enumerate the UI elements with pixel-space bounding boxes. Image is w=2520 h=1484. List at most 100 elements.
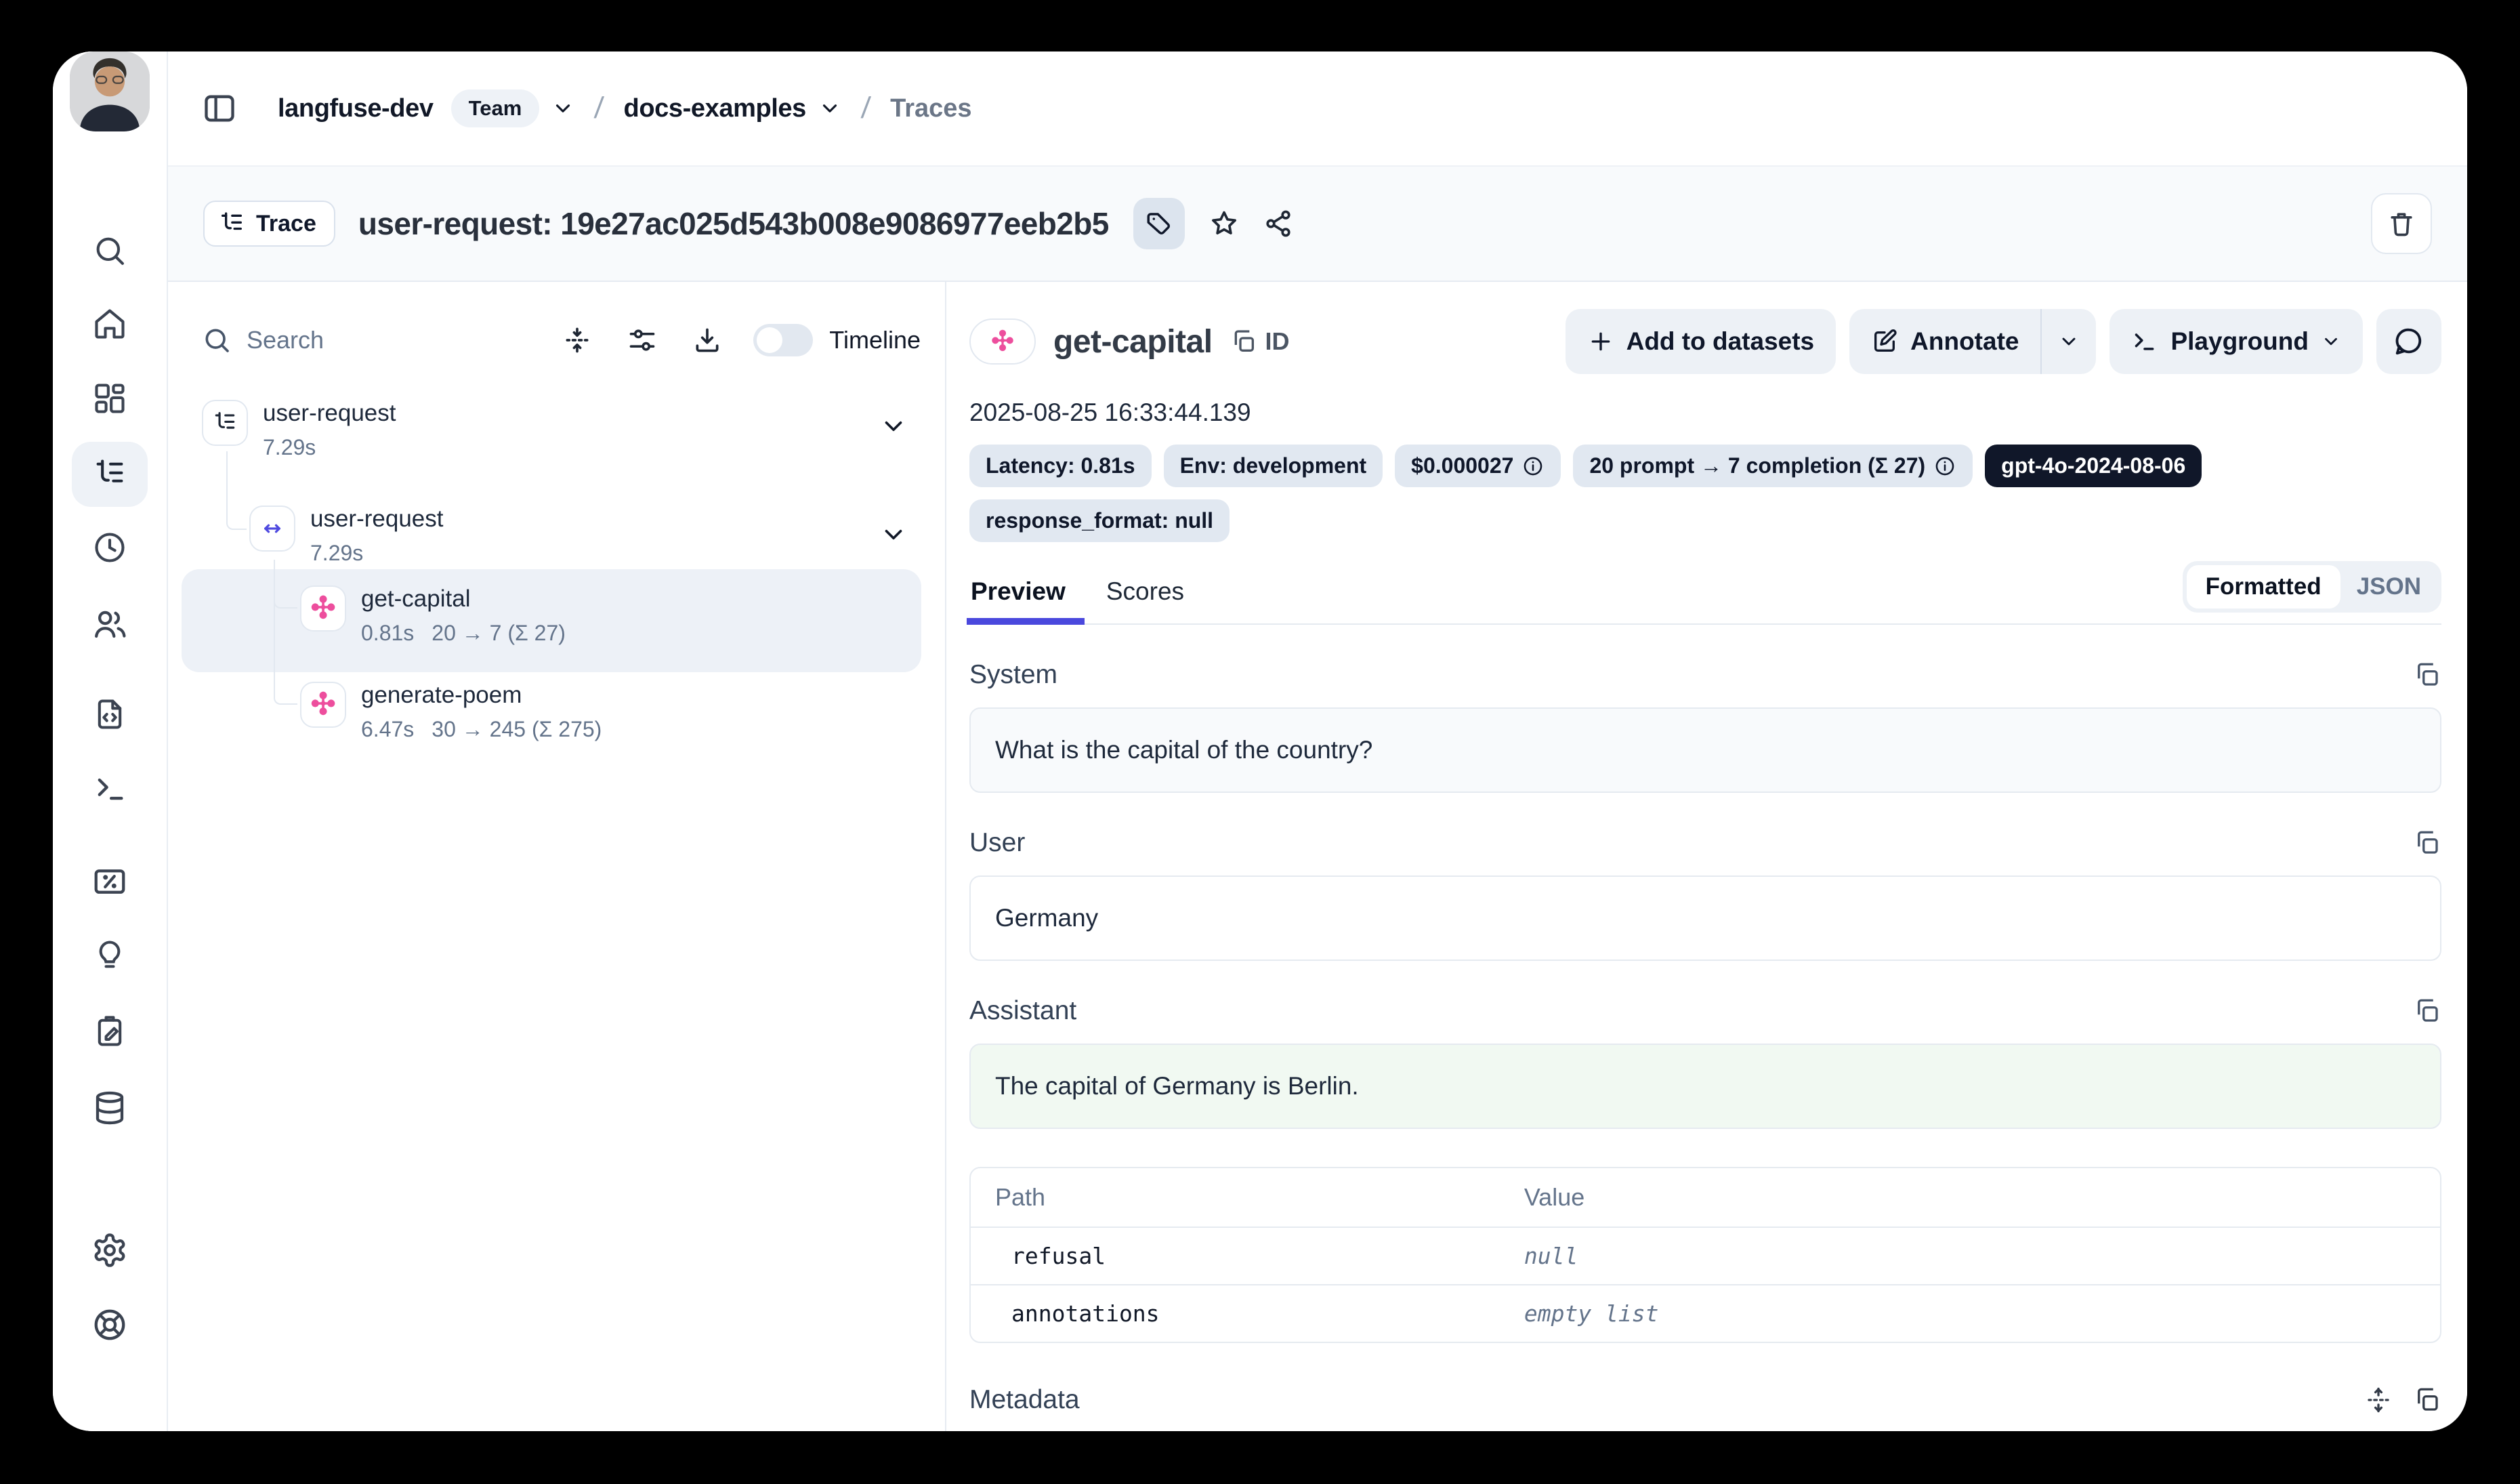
timeline-toggle[interactable] bbox=[753, 324, 813, 356]
model-badge[interactable]: gpt-4o-2024-08-06 bbox=[1985, 445, 2202, 487]
app-window: langfuse-dev Team / docs-examples / Trac… bbox=[53, 51, 2467, 1431]
format-toggle: Formatted JSON bbox=[2183, 561, 2441, 613]
node-duration: 6.47s bbox=[361, 717, 414, 742]
main-area: langfuse-dev Team / docs-examples / Trac… bbox=[168, 51, 2467, 1431]
tab-preview[interactable]: Preview bbox=[969, 568, 1071, 623]
value-cell: null bbox=[1500, 1227, 2440, 1285]
system-message-box: What is the capital of the country? bbox=[969, 707, 2441, 793]
breadcrumb-separator: / bbox=[593, 91, 605, 125]
table-row: refusal null bbox=[971, 1227, 2440, 1285]
sidebar-scores-icon[interactable] bbox=[91, 863, 128, 900]
user-section-title: User bbox=[969, 828, 1025, 858]
copy-icon[interactable] bbox=[2413, 661, 2441, 689]
add-to-datasets-button[interactable]: Add to datasets bbox=[1566, 309, 1836, 374]
detail-header: ✣ get-capital ID Add to datasets bbox=[969, 309, 2441, 374]
copy-icon[interactable] bbox=[2413, 1386, 2441, 1414]
playground-button[interactable]: Playground bbox=[2109, 309, 2363, 374]
download-icon[interactable] bbox=[692, 325, 722, 355]
copy-id-button[interactable]: ID bbox=[1230, 327, 1290, 356]
sidebar-annotations-icon[interactable] bbox=[92, 938, 127, 973]
user-avatar[interactable] bbox=[70, 51, 150, 131]
trace-type-badge: Trace bbox=[203, 201, 335, 247]
tag-button[interactable] bbox=[1133, 198, 1185, 249]
breadcrumb-section[interactable]: Traces bbox=[890, 94, 971, 123]
collapse-all-icon[interactable] bbox=[562, 325, 592, 355]
sidebar-prompts-icon[interactable] bbox=[92, 697, 127, 732]
breadcrumb-project[interactable]: docs-examples bbox=[624, 94, 806, 123]
info-icon bbox=[1521, 455, 1545, 478]
search-icon bbox=[202, 325, 232, 355]
format-json-option[interactable]: JSON bbox=[2340, 565, 2437, 609]
sidebar-traces-item[interactable] bbox=[72, 442, 148, 507]
node-duration: 7.29s bbox=[263, 435, 316, 460]
sidebar-datasets-icon[interactable] bbox=[91, 1090, 128, 1126]
sidebar-search-icon[interactable] bbox=[92, 233, 127, 268]
node-collapse-chevron-icon[interactable] bbox=[879, 412, 908, 440]
tree-node-trace-root[interactable]: user-request 7.29s bbox=[202, 400, 396, 460]
generation-node-icon: ✣ bbox=[300, 682, 346, 728]
env-badge: Env: development bbox=[1164, 445, 1383, 487]
path-cell: refusal bbox=[971, 1227, 1500, 1285]
copy-icon[interactable] bbox=[2413, 829, 2441, 857]
copy-icon[interactable] bbox=[2413, 997, 2441, 1025]
panel-toggle-icon[interactable] bbox=[202, 91, 237, 126]
terminal-icon bbox=[2131, 328, 2158, 355]
assistant-section-title: Assistant bbox=[969, 996, 1076, 1026]
sidebar-playground-icon[interactable] bbox=[92, 771, 127, 806]
user-message-box: Germany bbox=[969, 875, 2441, 961]
observation-detail-panel: ✣ get-capital ID Add to datasets bbox=[946, 282, 2467, 1431]
tree-settings-icon[interactable] bbox=[627, 325, 657, 355]
plus-icon bbox=[1587, 328, 1614, 355]
share-button[interactable] bbox=[1263, 209, 1293, 239]
sidebar-settings-icon[interactable] bbox=[91, 1232, 128, 1269]
breadcrumb-separator: / bbox=[860, 91, 871, 125]
format-formatted-option[interactable]: Formatted bbox=[2187, 565, 2340, 609]
sidebar-home-icon[interactable] bbox=[92, 306, 127, 342]
response-format-badge: response_format: null bbox=[969, 499, 1230, 542]
node-label: user-request bbox=[263, 400, 396, 427]
node-duration: 7.29s bbox=[310, 541, 363, 566]
sidebar-users-icon[interactable] bbox=[91, 606, 128, 642]
tree-search-row: Timeline bbox=[202, 310, 921, 370]
column-path: Path bbox=[971, 1168, 1500, 1227]
project-chevron-down-icon[interactable] bbox=[818, 97, 841, 120]
assistant-message-box: The capital of Germany is Berlin. bbox=[969, 1044, 2441, 1129]
metadata-section-header: Metadata bbox=[969, 1385, 2441, 1415]
node-label: get-capital bbox=[361, 585, 566, 613]
annotate-button[interactable]: Annotate bbox=[1849, 327, 2040, 356]
annotate-dropdown-chevron[interactable] bbox=[2042, 331, 2096, 352]
assistant-section: Assistant The capital of Germany is Berl… bbox=[969, 996, 2441, 1129]
tree-node-generation-selected[interactable]: ✣ get-capital 0.81s 20 → 7 (Σ 27) bbox=[300, 585, 566, 646]
id-label: ID bbox=[1265, 327, 1290, 356]
comments-button[interactable] bbox=[2376, 309, 2441, 374]
latency-badge: Latency: 0.81s bbox=[969, 445, 1152, 487]
generation-type-icon: ✣ bbox=[969, 318, 1036, 365]
sidebar-dashboard-icon[interactable] bbox=[92, 381, 127, 416]
content-row: Timeline user-request 7.29s bbox=[168, 282, 2467, 1431]
breadcrumb-org[interactable]: langfuse-dev bbox=[278, 94, 434, 123]
star-button[interactable] bbox=[1209, 209, 1239, 239]
tokens-badge[interactable]: 20 prompt → 7 completion (Σ 27) bbox=[1573, 445, 1973, 487]
delete-trace-button[interactable] bbox=[2371, 193, 2432, 254]
observation-title: get-capital bbox=[1053, 323, 1213, 360]
sidebar-sessions-icon[interactable] bbox=[92, 530, 127, 565]
tree-node-generation[interactable]: ✣ generate-poem 6.47s 30 → 245 (Σ 275) bbox=[300, 682, 602, 742]
timeline-toggle-label: Timeline bbox=[829, 326, 921, 354]
path-cell: annotations bbox=[971, 1285, 1500, 1342]
node-collapse-chevron-icon[interactable] bbox=[879, 520, 908, 549]
metadata-title: Metadata bbox=[969, 1385, 1080, 1415]
info-icon bbox=[1933, 455, 1956, 478]
cost-badge[interactable]: $0.000027 bbox=[1395, 445, 1561, 487]
search-input[interactable] bbox=[247, 326, 450, 354]
user-section: User Germany bbox=[969, 828, 2441, 961]
sidebar-support-icon[interactable] bbox=[91, 1306, 128, 1343]
expand-metadata-icon[interactable] bbox=[2364, 1386, 2393, 1414]
org-chevron-down-icon[interactable] bbox=[551, 97, 574, 120]
tree-node-span[interactable]: user-request 7.29s bbox=[249, 506, 443, 566]
generation-node-icon: ✣ bbox=[300, 585, 346, 632]
sidebar-evaluations-icon[interactable] bbox=[92, 1014, 127, 1049]
node-label: user-request bbox=[310, 506, 443, 533]
observation-timestamp: 2025-08-25 16:33:44.139 bbox=[969, 398, 2441, 427]
tab-scores[interactable]: Scores bbox=[1105, 568, 1190, 623]
system-section: System What is the capital of the countr… bbox=[969, 660, 2441, 793]
